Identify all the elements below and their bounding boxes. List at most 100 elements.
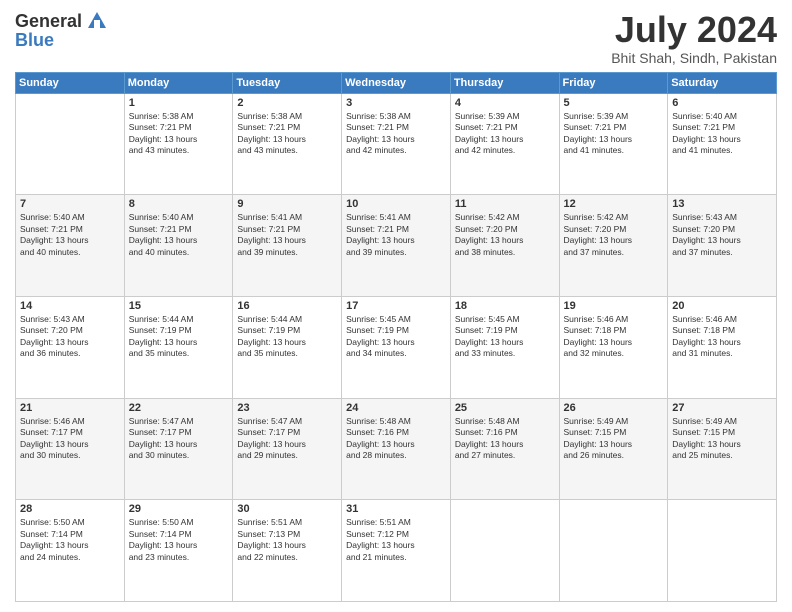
cell-info: Sunrise: 5:48 AM Sunset: 7:16 PM Dayligh…	[455, 416, 555, 462]
cell-info: Sunrise: 5:39 AM Sunset: 7:21 PM Dayligh…	[564, 111, 664, 157]
cell-info: Sunrise: 5:43 AM Sunset: 7:20 PM Dayligh…	[20, 314, 120, 360]
day-number: 26	[564, 402, 664, 414]
cell-info: Sunrise: 5:44 AM Sunset: 7:19 PM Dayligh…	[129, 314, 229, 360]
col-sunday: Sunday	[16, 72, 125, 93]
day-number: 6	[672, 97, 772, 109]
table-row: 6 Sunrise: 5:40 AM Sunset: 7:21 PM Daylig…	[668, 93, 777, 195]
calendar-header-row: Sunday Monday Tuesday Wednesday Thursday…	[16, 72, 777, 93]
cell-info: Sunrise: 5:47 AM Sunset: 7:17 PM Dayligh…	[129, 416, 229, 462]
table-row: 12 Sunrise: 5:42 AM Sunset: 7:20 PM Dayli…	[559, 195, 668, 297]
day-number: 14	[20, 300, 120, 312]
day-number: 17	[346, 300, 446, 312]
table-row	[559, 500, 668, 602]
logo: General Blue	[15, 10, 108, 51]
cell-info: Sunrise: 5:46 AM Sunset: 7:17 PM Dayligh…	[20, 416, 120, 462]
table-row: 20 Sunrise: 5:46 AM Sunset: 7:18 PM Dayli…	[668, 296, 777, 398]
cell-info: Sunrise: 5:43 AM Sunset: 7:20 PM Dayligh…	[672, 212, 772, 258]
cell-info: Sunrise: 5:40 AM Sunset: 7:21 PM Dayligh…	[672, 111, 772, 157]
cell-info: Sunrise: 5:46 AM Sunset: 7:18 PM Dayligh…	[564, 314, 664, 360]
cell-info: Sunrise: 5:38 AM Sunset: 7:21 PM Dayligh…	[237, 111, 337, 157]
col-tuesday: Tuesday	[233, 72, 342, 93]
col-wednesday: Wednesday	[342, 72, 451, 93]
col-thursday: Thursday	[450, 72, 559, 93]
table-row: 3Sunrise: 5:38 AM Sunset: 7:21 PM Daylig…	[342, 93, 451, 195]
cell-info: Sunrise: 5:41 AM Sunset: 7:21 PM Dayligh…	[346, 212, 446, 258]
cell-info: Sunrise: 5:47 AM Sunset: 7:17 PM Dayligh…	[237, 416, 337, 462]
day-number: 15	[129, 300, 229, 312]
cell-info: Sunrise: 5:46 AM Sunset: 7:18 PM Dayligh…	[672, 314, 772, 360]
day-number: 18	[455, 300, 555, 312]
cell-info: Sunrise: 5:38 AM Sunset: 7:21 PM Dayligh…	[129, 111, 229, 157]
col-saturday: Saturday	[668, 72, 777, 93]
day-number: 1	[129, 97, 229, 109]
day-number: 29	[129, 503, 229, 515]
day-number: 10	[346, 198, 446, 210]
logo-blue-text: Blue	[15, 30, 54, 51]
day-number: 16	[237, 300, 337, 312]
day-number: 9	[237, 198, 337, 210]
table-row: 22 Sunrise: 5:47 AM Sunset: 7:17 PM Dayli…	[124, 398, 233, 500]
table-row	[450, 500, 559, 602]
table-row: 31 Sunrise: 5:51 AM Sunset: 7:12 PM Dayli…	[342, 500, 451, 602]
table-row: 8 Sunrise: 5:40 AM Sunset: 7:21 PM Daylig…	[124, 195, 233, 297]
day-number: 19	[564, 300, 664, 312]
day-number: 24	[346, 402, 446, 414]
table-row: 28 Sunrise: 5:50 AM Sunset: 7:14 PM Dayli…	[16, 500, 125, 602]
table-row: 27Sunrise: 5:49 AM Sunset: 7:15 PM Dayli…	[668, 398, 777, 500]
day-number: 7	[20, 198, 120, 210]
cell-info: Sunrise: 5:40 AM Sunset: 7:21 PM Dayligh…	[129, 212, 229, 258]
day-number: 11	[455, 198, 555, 210]
table-row	[668, 500, 777, 602]
col-friday: Friday	[559, 72, 668, 93]
table-row: 5 Sunrise: 5:39 AM Sunset: 7:21 PM Daylig…	[559, 93, 668, 195]
table-row: 10 Sunrise: 5:41 AM Sunset: 7:21 PM Dayli…	[342, 195, 451, 297]
table-row: 26 Sunrise: 5:49 AM Sunset: 7:15 PM Dayli…	[559, 398, 668, 500]
header: General Blue July 2024 Bhit Shah, Sindh,…	[15, 10, 777, 66]
calendar-location: Bhit Shah, Sindh, Pakistan	[611, 50, 777, 66]
day-number: 28	[20, 503, 120, 515]
cell-info: Sunrise: 5:50 AM Sunset: 7:14 PM Dayligh…	[20, 517, 120, 563]
logo-general-text: General	[15, 11, 82, 32]
table-row: 11Sunrise: 5:42 AM Sunset: 7:20 PM Dayli…	[450, 195, 559, 297]
title-block: July 2024 Bhit Shah, Sindh, Pakistan	[611, 10, 777, 66]
col-monday: Monday	[124, 72, 233, 93]
cell-info: Sunrise: 5:51 AM Sunset: 7:13 PM Dayligh…	[237, 517, 337, 563]
table-row: 30 Sunrise: 5:51 AM Sunset: 7:13 PM Dayli…	[233, 500, 342, 602]
table-row: 4 Sunrise: 5:39 AM Sunset: 7:21 PM Daylig…	[450, 93, 559, 195]
cell-info: Sunrise: 5:51 AM Sunset: 7:12 PM Dayligh…	[346, 517, 446, 563]
table-row: 21Sunrise: 5:46 AM Sunset: 7:17 PM Dayli…	[16, 398, 125, 500]
day-number: 27	[672, 402, 772, 414]
cell-info: Sunrise: 5:49 AM Sunset: 7:15 PM Dayligh…	[564, 416, 664, 462]
day-number: 12	[564, 198, 664, 210]
day-number: 3	[346, 97, 446, 109]
calendar-title: July 2024	[611, 10, 777, 50]
cell-info: Sunrise: 5:40 AM Sunset: 7:21 PM Dayligh…	[20, 212, 120, 258]
table-row: 7 Sunrise: 5:40 AM Sunset: 7:21 PM Daylig…	[16, 195, 125, 297]
cell-info: Sunrise: 5:39 AM Sunset: 7:21 PM Dayligh…	[455, 111, 555, 157]
day-number: 20	[672, 300, 772, 312]
table-row: 9Sunrise: 5:41 AM Sunset: 7:21 PM Daylig…	[233, 195, 342, 297]
day-number: 31	[346, 503, 446, 515]
day-number: 5	[564, 97, 664, 109]
cell-info: Sunrise: 5:45 AM Sunset: 7:19 PM Dayligh…	[346, 314, 446, 360]
day-number: 23	[237, 402, 337, 414]
table-row	[16, 93, 125, 195]
cell-info: Sunrise: 5:48 AM Sunset: 7:16 PM Dayligh…	[346, 416, 446, 462]
page: General Blue July 2024 Bhit Shah, Sindh,…	[0, 0, 792, 612]
table-row: 19 Sunrise: 5:46 AM Sunset: 7:18 PM Dayli…	[559, 296, 668, 398]
day-number: 8	[129, 198, 229, 210]
logo-icon	[86, 10, 108, 32]
table-row: 2Sunrise: 5:38 AM Sunset: 7:21 PM Daylig…	[233, 93, 342, 195]
table-row: 14 Sunrise: 5:43 AM Sunset: 7:20 PM Dayli…	[16, 296, 125, 398]
day-number: 13	[672, 198, 772, 210]
day-number: 22	[129, 402, 229, 414]
day-number: 4	[455, 97, 555, 109]
cell-info: Sunrise: 5:42 AM Sunset: 7:20 PM Dayligh…	[564, 212, 664, 258]
table-row: 15 Sunrise: 5:44 AM Sunset: 7:19 PM Dayli…	[124, 296, 233, 398]
table-row: 16 Sunrise: 5:44 AM Sunset: 7:19 PM Dayli…	[233, 296, 342, 398]
cell-info: Sunrise: 5:44 AM Sunset: 7:19 PM Dayligh…	[237, 314, 337, 360]
day-number: 30	[237, 503, 337, 515]
table-row: 29 Sunrise: 5:50 AM Sunset: 7:14 PM Dayli…	[124, 500, 233, 602]
cell-info: Sunrise: 5:50 AM Sunset: 7:14 PM Dayligh…	[129, 517, 229, 563]
table-row: 24 Sunrise: 5:48 AM Sunset: 7:16 PM Dayli…	[342, 398, 451, 500]
